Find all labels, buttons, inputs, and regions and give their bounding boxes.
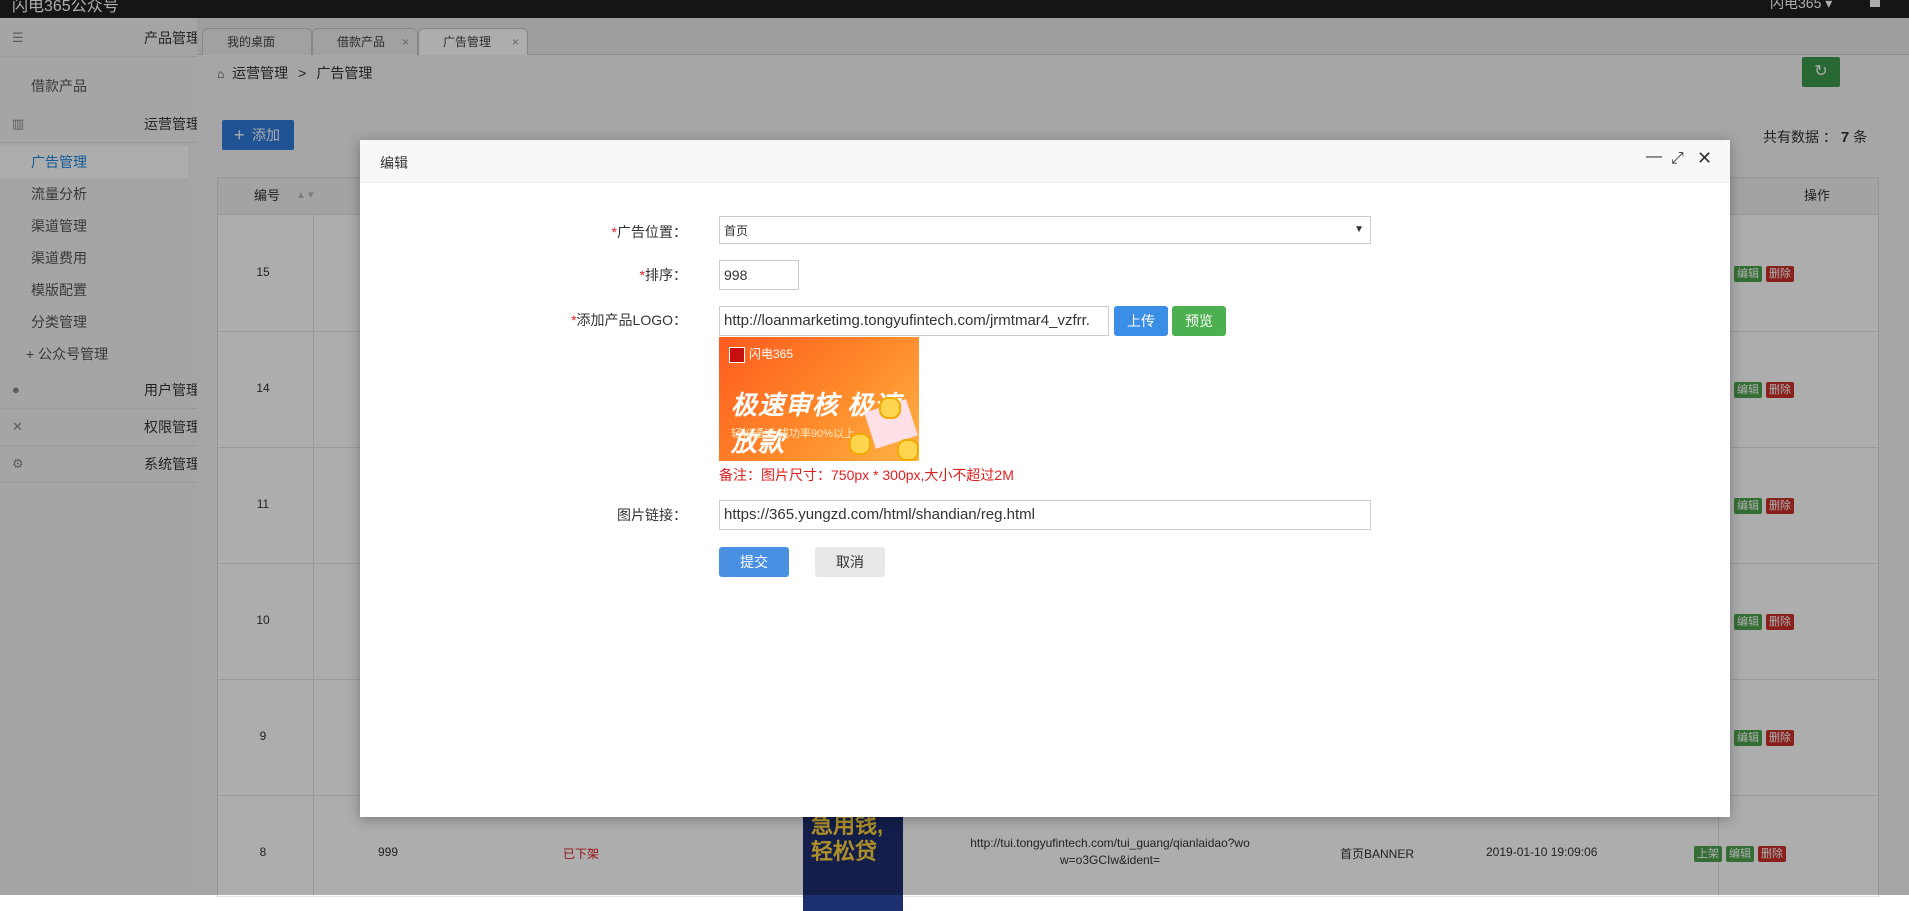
edit-modal: 编辑 — ⤢ ✕ *广告位置： 首页 ▼ *排序： 998 *添加产品LOGO：…: [360, 140, 1730, 817]
logo-url-input[interactable]: http://loanmarketimg.tongyufintech.com/j…: [719, 306, 1109, 336]
link-label: 图片链接：: [617, 507, 687, 523]
modal-header: 编辑 — ⤢ ✕: [360, 140, 1730, 183]
banner-preview-image: 闪电365 极速审核 极速放款 轻松通过 成功率90%以上: [719, 337, 919, 461]
minimize-icon[interactable]: —: [1646, 148, 1662, 166]
logo-url-value: http://loanmarketimg.tongyufintech.com/j…: [724, 312, 1090, 329]
brand-logo-icon: [729, 346, 745, 363]
position-label: *广告位置：: [517, 222, 687, 242]
sort-label: *排序：: [517, 265, 687, 285]
maximize-icon[interactable]: ⤢: [1671, 150, 1684, 168]
caret-down-icon: ▼: [1354, 224, 1364, 235]
sort-input-value: 998: [724, 267, 748, 283]
submit-button[interactable]: 提交: [719, 547, 789, 577]
coin-icon: [897, 439, 919, 461]
position-select[interactable]: 首页 ▼: [719, 216, 1371, 244]
banner-brand-text: 闪电365: [749, 347, 794, 361]
upload-button[interactable]: 上传: [1114, 306, 1168, 336]
coin-icon: [849, 433, 871, 455]
logo-label-text: 添加产品LOGO：: [576, 312, 687, 328]
close-icon[interactable]: ✕: [1697, 148, 1712, 169]
modal-title: 编辑: [380, 155, 408, 171]
coin-icon: [879, 397, 901, 419]
sort-label-text: 排序：: [645, 267, 687, 283]
image-link-value: https://365.yungzd.com/html/shandian/reg…: [724, 506, 1036, 523]
position-select-value: 首页: [724, 224, 749, 238]
logo-label: *添加产品LOGO：: [517, 310, 687, 330]
preview-button[interactable]: 预览: [1172, 306, 1226, 336]
image-size-note: 备注：图片尺寸：750px * 300px,大小不超过2M: [719, 467, 1014, 483]
sort-input[interactable]: 998: [719, 260, 799, 290]
position-label-text: 广告位置：: [617, 224, 687, 240]
image-link-input[interactable]: https://365.yungzd.com/html/shandian/reg…: [719, 500, 1371, 530]
banner-subtitle: 轻松通过 成功率90%以上: [731, 428, 856, 440]
cancel-button[interactable]: 取消: [815, 547, 885, 577]
banner-brand: 闪电365: [729, 345, 793, 363]
